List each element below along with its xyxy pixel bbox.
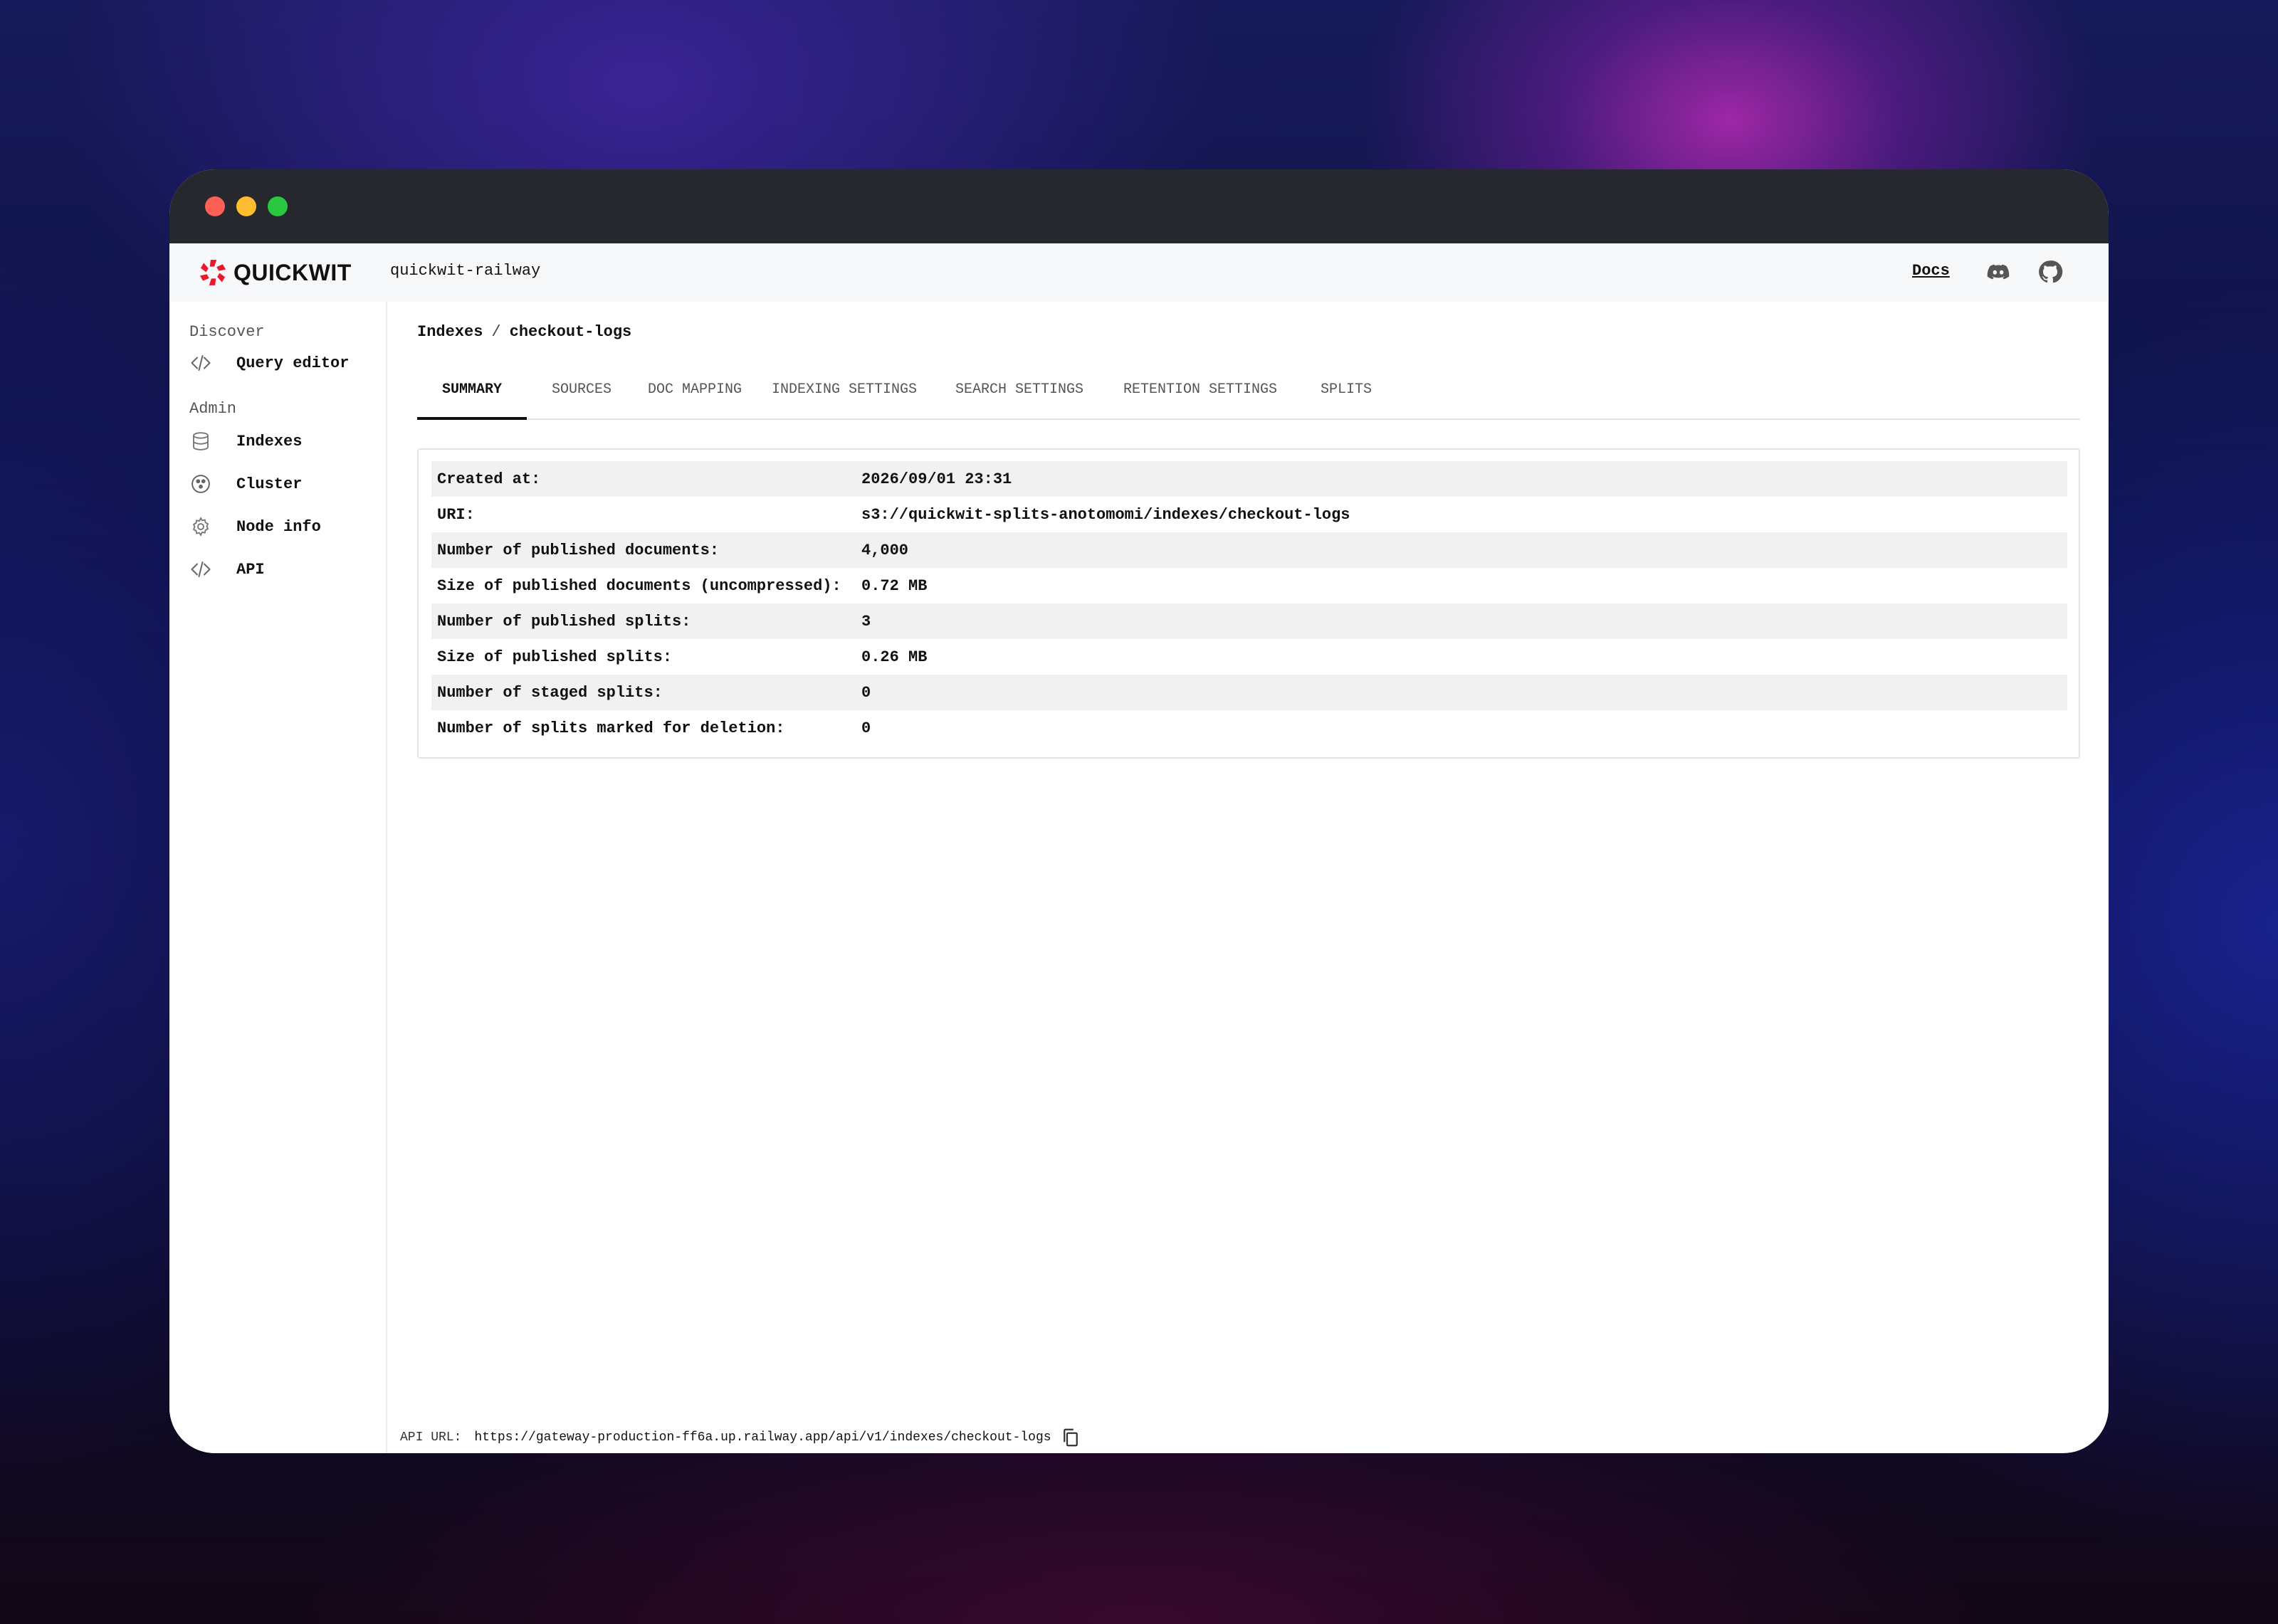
code-icon [188,350,214,376]
tab-retention-settings[interactable]: RETENTION SETTINGS [1103,363,1297,420]
logo-text: QUICKWIT [233,259,352,285]
api-url-label: API URL: [400,1430,462,1445]
summary-key: Created at: [437,470,541,488]
sidebar-item-cluster[interactable]: Cluster [188,470,380,498]
code-icon [188,557,214,582]
gear-icon [188,514,214,539]
window-titlebar [169,169,2109,243]
table-row: Size of published splits: 0.26 MB [431,639,2067,675]
table-row: Number of staged splits: 0 [431,675,2067,710]
table-row: Number of published documents: 4,000 [431,532,2067,568]
table-row: Created at: 2026/09/01 23:31 [431,461,2067,497]
sidebar-item-label: Query editor [236,354,350,372]
api-url-value[interactable]: https://gateway-production-ff6a.up.railw… [474,1430,1051,1445]
github-icon[interactable] [2037,259,2063,285]
maximize-window-button[interactable] [268,196,288,216]
table-row: Number of splits marked for deletion: 0 [431,710,2067,746]
sidebar-section-discover: Discover [189,323,265,341]
sidebar: Discover Query editor Admin Indexes Clus… [169,302,387,1453]
summary-key: Number of published documents: [437,541,720,559]
tab-splits[interactable]: SPLITS [1297,363,1395,420]
sidebar-item-label: Cluster [236,475,303,493]
copy-icon[interactable] [1060,1427,1081,1448]
close-window-button[interactable] [205,196,225,216]
app-window: QUICKWIT quickwit-railway Docs Discover … [169,169,2109,1453]
discord-icon[interactable] [1986,260,2010,285]
quickwit-logo[interactable]: QUICKWIT [198,257,352,288]
summary-value: s3://quickwit-splits-anotomomi/indexes/c… [861,505,1350,524]
tab-doc-mapping[interactable]: DOC MAPPING [636,363,753,420]
docs-link[interactable]: Docs [1912,262,1950,280]
cluster-name: quickwit-railway [390,262,541,280]
sidebar-item-api[interactable]: API [188,555,380,584]
summary-value: 0.72 MB [861,576,928,595]
tab-summary[interactable]: SUMMARY [417,363,527,420]
breadcrumb-indexes-link[interactable]: Indexes [417,323,483,341]
tab-search-settings[interactable]: SEARCH SETTINGS [935,363,1103,420]
summary-value: 0 [861,719,871,737]
summary-value: 3 [861,612,871,631]
summary-value: 0 [861,683,871,702]
summary-value: 4,000 [861,541,909,559]
sidebar-item-query-editor[interactable]: Query editor [188,349,380,377]
summary-key: Number of staged splits: [437,683,663,702]
sidebar-item-label: Node info [236,517,321,536]
table-row: Number of published splits: 3 [431,603,2067,639]
tab-indexing-settings[interactable]: INDEXING SETTINGS [753,363,935,420]
sidebar-item-indexes[interactable]: Indexes [188,427,380,455]
sidebar-item-label: Indexes [236,432,303,450]
table-row: Size of published documents (uncompresse… [431,568,2067,603]
breadcrumb: Indexes / checkout-logs [417,323,631,341]
summary-key: Size of published documents (uncompresse… [437,576,841,595]
table-row: URI: s3://quickwit-splits-anotomomi/inde… [431,497,2067,532]
breadcrumb-separator: / [491,323,501,341]
app-header: QUICKWIT quickwit-railway Docs [169,243,2109,302]
tab-sources[interactable]: SOURCES [527,363,636,420]
quickwit-logo-icon [199,260,226,285]
summary-table: Created at: 2026/09/01 23:31 URI: s3://q… [417,448,2080,759]
summary-key: URI: [437,505,475,524]
summary-value: 0.26 MB [861,648,928,666]
summary-key: Number of published splits: [437,612,691,631]
sidebar-item-label: API [236,560,265,579]
tab-bar: SUMMARY SOURCES DOC MAPPING INDEXING SET… [417,363,2080,420]
summary-key: Number of splits marked for deletion: [437,719,785,737]
minimize-window-button[interactable] [236,196,256,216]
database-icon [188,428,214,454]
sidebar-section-admin: Admin [189,400,237,418]
sidebar-item-node-info[interactable]: Node info [188,512,380,541]
cluster-icon [188,471,214,497]
summary-key: Size of published splits: [437,648,673,666]
main-content: Indexes / checkout-logs SUMMARY SOURCES DO… [389,302,2109,1453]
api-url-footer: API URL: https://gateway-production-ff6a… [389,1422,2109,1453]
breadcrumb-current: checkout-logs [509,323,632,341]
summary-value: 2026/09/01 23:31 [861,470,1012,488]
